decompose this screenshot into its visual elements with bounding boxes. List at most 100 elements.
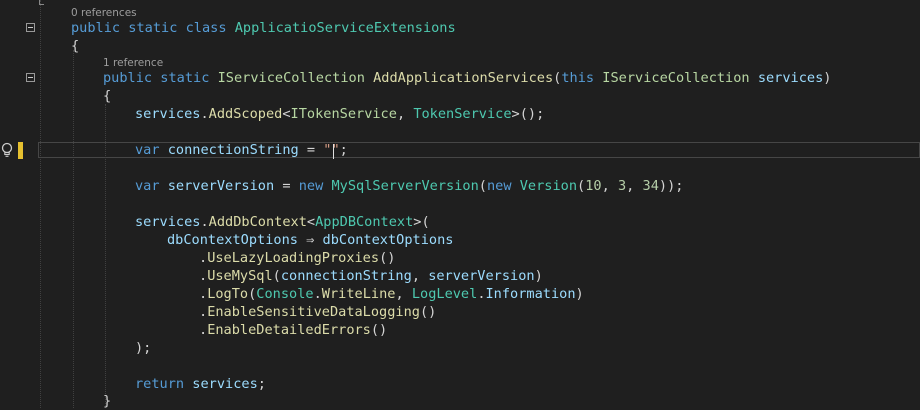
code-token: , [601,178,618,194]
code-token: static [128,20,178,36]
code-token: services [757,70,824,86]
code-token: >( [413,214,430,230]
code-token: . [199,268,208,284]
code-token: IServiceCollection [602,70,750,86]
code-token: ( [478,178,487,194]
code-token: < [306,214,316,230]
code-token: class [185,20,227,36]
code-token: () [419,304,437,320]
code-line-use-mysql[interactable]: .UseMySql(connectionString, serverVersio… [199,267,543,285]
code-line-return[interactable]: return services; [135,375,266,393]
code-line-log-to[interactable]: .LogTo(Console.WriteLine, LogLevel.Infor… [199,285,584,303]
code-line-add-scoped[interactable]: services.AddScoped<ITokenService, TokenS… [135,105,544,123]
code-token: = [274,178,299,194]
code-token: LogTo [207,286,249,302]
code-token: { [103,88,112,104]
code-token: ITokenService [290,106,397,122]
code-token: AddDbContext [208,214,307,230]
code-token: services [192,376,258,392]
code-token: . [200,214,209,230]
code-token: new [298,178,324,194]
code-line-method-open-brace[interactable]: { [103,87,111,105]
code-token: UseLazyLoadingProxies [207,250,380,266]
indent-guide [40,0,41,408]
code-token: . [199,286,208,302]
code-token: this [561,70,595,86]
code-token: EnableSensitiveDataLogging [207,304,420,320]
code-token: new [486,178,512,194]
code-token: . [477,286,486,302]
indent-guide [73,50,74,408]
code-token: ) [534,268,543,284]
code-token: { [71,38,80,54]
code-token: ; [339,142,348,158]
code-token: ( [577,178,586,194]
code-token: UseMySql [207,268,273,284]
code-token: , [395,286,412,302]
code-line-close-call[interactable]: ); [135,339,151,357]
code-token: ); [135,340,152,356]
code-token: public [71,20,121,36]
code-token: ) [823,70,832,86]
code-token: < [282,106,291,122]
code-line-enable-detailed-errors[interactable]: .EnableDetailedErrors() [199,321,387,339]
code-token: . [199,322,208,338]
code-line-connection-string[interactable]: var connectionString = ""; [135,141,348,159]
code-line-server-version[interactable]: var serverVersion = new MySqlServerVersi… [135,177,683,195]
code-token: 34 [642,178,659,194]
code-line-class-open-brace[interactable]: { [71,37,79,55]
code-token: "" [323,142,340,158]
code-token: MySqlServerVersion [331,178,479,194]
code-line-class-declaration[interactable]: public static class ApplicatioServiceExt… [71,19,456,37]
code-token: serverVersion [167,178,275,194]
code-token: () [379,250,396,266]
code-token: AppDBContext [315,214,414,230]
code-line-enable-sensitive-logging[interactable]: .EnableSensitiveDataLogging() [199,303,436,321]
code-token: return [135,376,185,392]
code-token: AddApplicationServices [373,70,554,86]
code-token: connectionString [167,142,299,158]
code-token: ; [257,376,266,392]
collapse-method-icon[interactable] [26,73,35,82]
code-token: , [396,106,414,122]
code-line-method-close-brace[interactable]: } [103,392,111,410]
code-line-add-db-context[interactable]: services.AddDbContext<AppDBContext>( [135,213,430,231]
code-token: . [313,286,322,302]
code-token: Console [256,286,314,302]
code-token: public [103,70,153,86]
code-token: TokenService [413,106,512,122]
code-line-lambda[interactable]: dbContextOptions ⇒ dbContextOptions [167,231,453,249]
code-token: } [103,393,112,409]
code-token: )); [658,178,684,194]
code-token: static [160,70,210,86]
code-token: Information [485,286,576,302]
codelens-method-references[interactable]: 1 reference [103,56,163,70]
code-token: 3 [617,178,627,194]
code-token: 10 [585,178,602,194]
code-token: connectionString [280,268,412,284]
lightbulb-icon[interactable] [0,142,14,159]
code-token: dbContextOptions [167,232,298,248]
code-token: ) [575,286,584,302]
code-token: >(); [511,106,545,122]
code-token: EnableDetailedErrors [207,322,371,338]
collapse-class-icon[interactable] [26,23,35,32]
code-token: LogLevel [411,286,478,302]
codelens-class-references[interactable]: 0 references [71,6,137,20]
code-token: dbContextOptions [322,232,454,248]
code-line-method-declaration[interactable]: public static IServiceCollection AddAppl… [103,69,831,87]
code-token: services [135,214,201,230]
editor-gutter [0,0,44,408]
code-token: var [135,178,160,194]
code-line-use-lazy-loading[interactable]: .UseLazyLoadingProxies() [199,249,395,267]
code-token: ⇒ [297,232,323,248]
code-token: , [411,268,429,284]
